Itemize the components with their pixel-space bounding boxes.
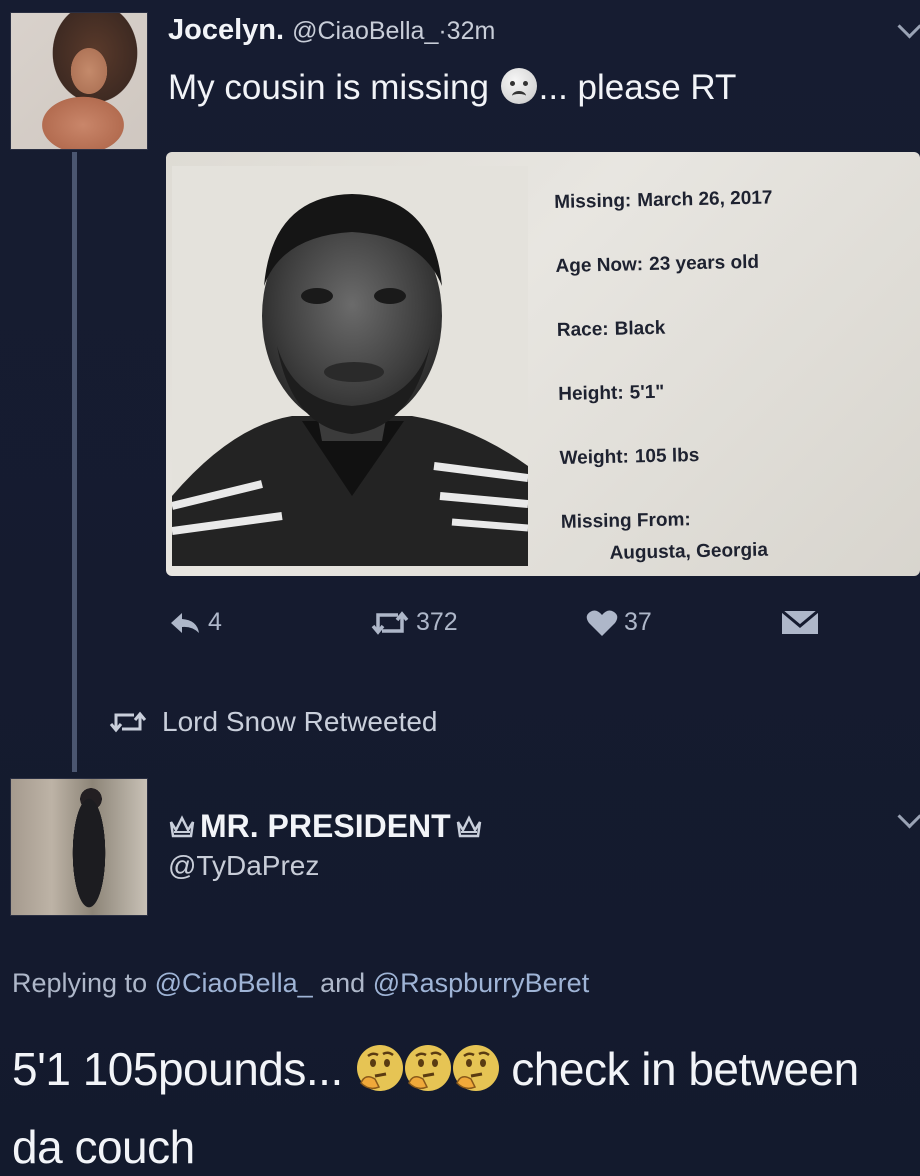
- replying-prefix: Replying to: [12, 968, 148, 998]
- timeline: Jocelyn. @CiaoBella_·32m My cousin is mis…: [0, 0, 920, 1176]
- retweeted-notice[interactable]: Lord Snow Retweeted: [108, 706, 438, 738]
- author-name-text: MR. PRESIDENT: [200, 808, 451, 844]
- race-value: Black: [614, 317, 666, 340]
- missing-from-value: Augusta, Georgia: [609, 539, 769, 564]
- author-handle[interactable]: @TyDaPrez: [168, 850, 319, 882]
- tweet-actions: 4 372 37: [168, 608, 828, 648]
- crown-icon: [169, 814, 195, 837]
- dm-icon: [781, 609, 819, 634]
- tweet-media-image[interactable]: Missing: March 26, 2017 Age Now: 23 years …: [166, 152, 920, 576]
- retweet-count: 372: [416, 608, 458, 636]
- avatar[interactable]: [10, 778, 148, 916]
- height-label: Height:: [558, 382, 624, 405]
- thinking-face-icon: [355, 1043, 405, 1093]
- like-count: 37: [624, 608, 652, 636]
- chevron-down-icon[interactable]: [897, 14, 920, 39]
- missing-from-label: Missing From:: [560, 509, 691, 533]
- missing-person-photo: [172, 166, 528, 566]
- disappointed-face-icon: [500, 68, 537, 104]
- retweet-icon: [371, 610, 409, 635]
- avatar[interactable]: [10, 12, 148, 150]
- thinking-face-icon: [451, 1043, 501, 1093]
- tweet-text: 5'1 105pounds... check in between da cou…: [12, 1030, 912, 1176]
- height-value: 5'1": [629, 381, 665, 404]
- tweet-text-part: My cousin is missing: [168, 68, 489, 107]
- missing-date-value: March 26, 2017: [637, 187, 773, 212]
- tweet-text: My cousin is missing ... please RT: [168, 68, 736, 108]
- reply-button[interactable]: 4: [168, 608, 222, 637]
- missing-date-label: Missing:: [554, 190, 632, 213]
- reply-count: 4: [208, 608, 222, 636]
- weight-value: 105 lbs: [634, 445, 700, 468]
- tweet-text-part: 5'1 105pounds...: [12, 1043, 343, 1095]
- replying-and: and: [320, 968, 366, 998]
- reply-icon: [171, 612, 199, 633]
- tweet-text-part: ... please RT: [538, 68, 737, 107]
- age-label: Age Now:: [555, 254, 644, 277]
- retweet-button[interactable]: 372: [370, 608, 458, 637]
- tweet-time[interactable]: ·32m: [438, 17, 495, 45]
- tweet-header: Jocelyn. @CiaoBella_·32m: [168, 14, 495, 47]
- chevron-down-icon[interactable]: [897, 804, 920, 829]
- author-handle[interactable]: @CiaoBella_: [292, 17, 438, 45]
- like-button[interactable]: 37: [586, 608, 652, 637]
- thread-line: [72, 152, 77, 772]
- mention-link[interactable]: @RaspburryBeret: [373, 968, 590, 998]
- author-name[interactable]: Jocelyn.: [168, 14, 284, 46]
- retweeted-label: Lord Snow Retweeted: [162, 706, 438, 737]
- retweet-icon: [109, 711, 147, 733]
- race-label: Race:: [556, 318, 609, 341]
- replying-to: Replying to @CiaoBella_ and @RaspburryBe…: [12, 968, 589, 999]
- mention-link[interactable]: @CiaoBella_: [155, 968, 313, 998]
- author-name[interactable]: MR. PRESIDENT: [168, 808, 483, 845]
- missing-details: Missing: March 26, 2017 Age Now: 23 years …: [554, 187, 780, 565]
- heart-icon: [586, 610, 618, 636]
- thinking-emoji-group: [355, 1043, 501, 1095]
- thinking-face-icon: [403, 1043, 453, 1093]
- crown-icon: [456, 814, 481, 837]
- age-value: 23 years old: [648, 251, 760, 276]
- direct-message-button[interactable]: [780, 608, 820, 636]
- weight-label: Weight:: [559, 446, 630, 469]
